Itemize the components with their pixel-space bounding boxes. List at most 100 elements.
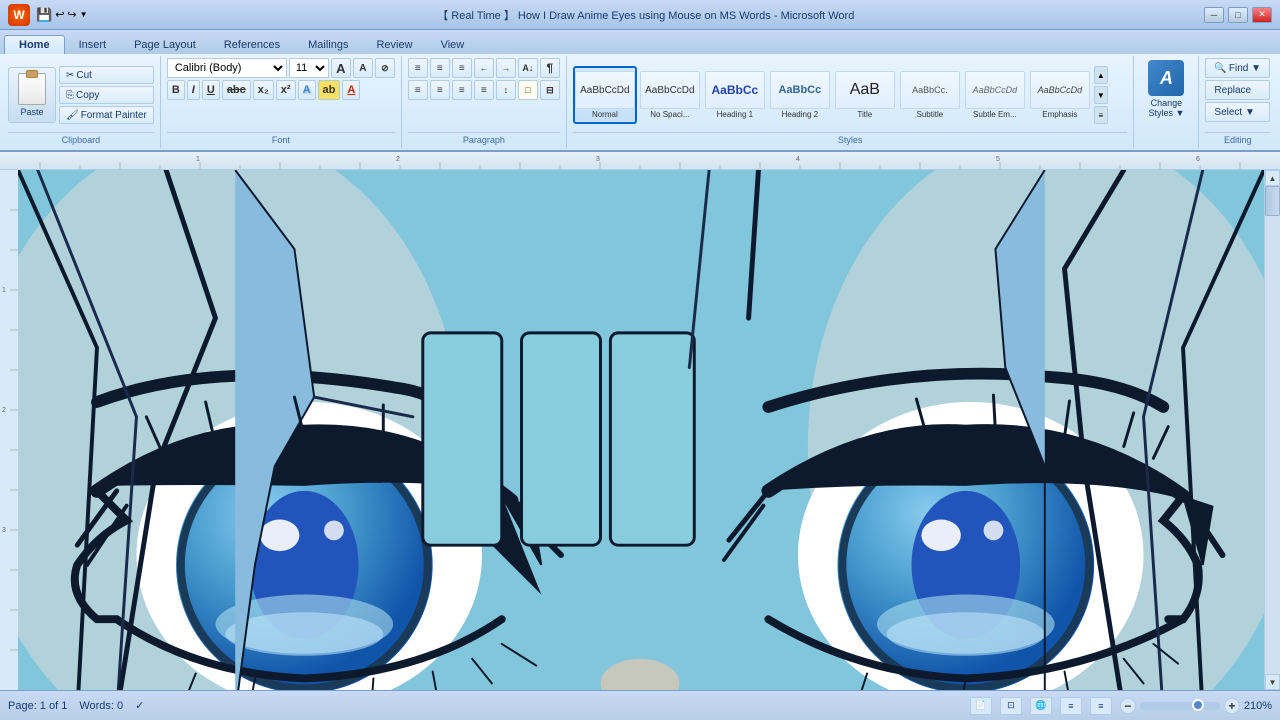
scroll-thumb[interactable] <box>1265 186 1280 216</box>
format-painter-button[interactable]: 🖌Format Painter <box>59 106 154 124</box>
style-subtle-em-preview: AaBbCcDd <box>965 71 1025 109</box>
svg-text:6: 6 <box>1196 156 1200 163</box>
superscript-button[interactable]: x² <box>276 80 296 100</box>
view-web-button[interactable]: 🌐 <box>1030 697 1052 715</box>
style-no-spacing-label: No Spaci... <box>650 110 689 119</box>
style-heading2-preview: AaBbCc <box>770 71 830 109</box>
line-spacing-button[interactable]: ↕ <box>496 80 516 100</box>
style-subtitle-preview: AaBbCc. <box>900 71 960 109</box>
borders-button[interactable]: ⊟ <box>540 80 560 100</box>
maximize-button[interactable]: □ <box>1228 7 1248 23</box>
align-left-button[interactable]: ≡ <box>408 80 428 100</box>
tab-home[interactable]: Home <box>4 35 65 54</box>
ruler: 1 2 3 4 5 6 <box>0 152 1280 170</box>
close-button[interactable]: ✕ <box>1252 7 1272 23</box>
text-effects-button[interactable]: A <box>298 80 316 100</box>
paste-icon <box>18 73 46 105</box>
style-subtitle[interactable]: AaBbCc. Subtitle <box>898 66 962 124</box>
svg-text:1: 1 <box>196 156 200 163</box>
tab-view[interactable]: View <box>427 36 479 54</box>
styles-more[interactable]: ≡ <box>1094 106 1108 124</box>
clear-format-button[interactable]: ⊘ <box>375 58 395 78</box>
scroll-track[interactable] <box>1265 186 1280 674</box>
scroll-down-arrow[interactable]: ▼ <box>1265 674 1280 690</box>
styles-scroll-up[interactable]: ▲ <box>1094 66 1108 84</box>
underline-button[interactable]: U <box>202 80 220 100</box>
select-button[interactable]: Select ▼ <box>1205 102 1270 122</box>
style-heading2[interactable]: AaBbCc Heading 2 <box>768 66 832 124</box>
style-subtle-em[interactable]: AaBbCcDd Subtle Em... <box>963 66 1027 124</box>
style-emphasis-label: Emphasis <box>1042 110 1077 119</box>
page-info: Page: 1 of 1 <box>8 700 67 712</box>
view-fullscreen-button[interactable]: ⊡ <box>1000 697 1022 715</box>
increase-indent-button[interactable]: → <box>496 58 516 78</box>
italic-button[interactable]: I <box>187 80 200 100</box>
document-canvas <box>18 170 1264 690</box>
change-styles-group: A ChangeStyles ▼ . <box>1136 56 1199 148</box>
status-right: 📄 ⊡ 🌐 ≡ ≡ − + 210% <box>970 697 1272 715</box>
styles-scroll-down[interactable]: ▼ <box>1094 86 1108 104</box>
grow-font-button[interactable]: A <box>331 58 351 78</box>
paragraph-group: ≡ ≡ ≡ ← → A↓ ¶ ≡ ≡ ≡ ≡ ↕ □ ⊟ Paragraph <box>404 56 567 148</box>
scroll-up-arrow[interactable]: ▲ <box>1265 170 1280 186</box>
style-title-label: Title <box>857 110 872 119</box>
spell-check-icon[interactable]: ✓ <box>135 699 144 712</box>
title-bar: W 💾 ↩ ↪ ▼ 【 Real Time 】 How I Draw Anime… <box>0 0 1280 30</box>
style-normal[interactable]: AaBbCcDd Normal <box>573 66 637 124</box>
highlight-button[interactable]: ab <box>318 80 341 100</box>
bold-button[interactable]: B <box>167 80 185 100</box>
multilevel-button[interactable]: ≡ <box>452 58 472 78</box>
numbering-button[interactable]: ≡ <box>430 58 450 78</box>
undo-btn[interactable]: ↩ <box>55 8 64 21</box>
show-hide-button[interactable]: ¶ <box>540 58 560 78</box>
style-emphasis[interactable]: AaBbCcDd Emphasis <box>1028 66 1092 124</box>
tab-insert[interactable]: Insert <box>65 36 121 54</box>
window-title: 【 Real Time 】 How I Draw Anime Eyes usin… <box>88 7 1204 23</box>
replace-button[interactable]: Replace <box>1205 80 1270 100</box>
paragraph-label: Paragraph <box>408 132 560 146</box>
center-button[interactable]: ≡ <box>430 80 450 100</box>
save-quick-btn[interactable]: 💾 <box>36 7 52 23</box>
font-label: Font <box>167 132 395 146</box>
tab-references[interactable]: References <box>210 36 294 54</box>
scrollbar-right[interactable]: ▲ ▼ <box>1264 170 1280 690</box>
quick-access-dropdown[interactable]: ▼ <box>80 10 88 19</box>
strikethrough-button[interactable]: abc <box>222 80 251 100</box>
change-styles-button[interactable]: A ChangeStyles ▼ <box>1140 58 1192 120</box>
copy-button[interactable]: ⎘Copy <box>59 86 154 104</box>
sort-button[interactable]: A↓ <box>518 58 538 78</box>
redo-btn[interactable]: ↪ <box>67 8 76 21</box>
shrink-font-button[interactable]: A <box>353 58 373 78</box>
align-right-button[interactable]: ≡ <box>452 80 472 100</box>
style-title[interactable]: AaB Title <box>833 66 897 124</box>
font-family-select[interactable]: Calibri (Body) <box>167 58 287 78</box>
zoom-slider[interactable] <box>1140 702 1220 710</box>
minimize-button[interactable]: ─ <box>1204 7 1224 23</box>
zoom-controls: − + 210% <box>1120 698 1272 714</box>
subscript-button[interactable]: x₂ <box>253 80 274 100</box>
editing-label: Editing <box>1205 132 1270 146</box>
tab-review[interactable]: Review <box>362 36 426 54</box>
view-print-button[interactable]: 📄 <box>970 697 992 715</box>
style-no-spacing[interactable]: AaBbCcDd No Spaci... <box>638 66 702 124</box>
tab-mailings[interactable]: Mailings <box>294 36 362 54</box>
zoom-out-button[interactable]: − <box>1120 698 1136 714</box>
style-heading1[interactable]: AaBbCc Heading 1 <box>703 66 767 124</box>
justify-button[interactable]: ≡ <box>474 80 494 100</box>
shading-button[interactable]: □ <box>518 80 538 100</box>
font-color-button[interactable]: A <box>342 80 360 100</box>
cut-button[interactable]: ✂Cut <box>59 66 154 84</box>
view-outline-button[interactable]: ≡ <box>1060 697 1082 715</box>
clipboard-label: Clipboard <box>8 132 154 146</box>
find-button[interactable]: 🔍Find ▼ <box>1205 58 1270 78</box>
zoom-in-button[interactable]: + <box>1224 698 1240 714</box>
tab-page-layout[interactable]: Page Layout <box>120 36 210 54</box>
bullets-button[interactable]: ≡ <box>408 58 428 78</box>
svg-text:3: 3 <box>596 156 600 163</box>
clipboard-small-buttons: ✂Cut ⎘Copy 🖌Format Painter <box>59 66 154 124</box>
font-size-select[interactable]: 11 <box>289 58 329 78</box>
ribbon: Paste ✂Cut ⎘Copy 🖌Format Painter Clipboa… <box>0 54 1280 152</box>
decrease-indent-button[interactable]: ← <box>474 58 494 78</box>
view-draft-button[interactable]: ≡ <box>1090 697 1112 715</box>
paste-button[interactable]: Paste <box>8 67 56 123</box>
